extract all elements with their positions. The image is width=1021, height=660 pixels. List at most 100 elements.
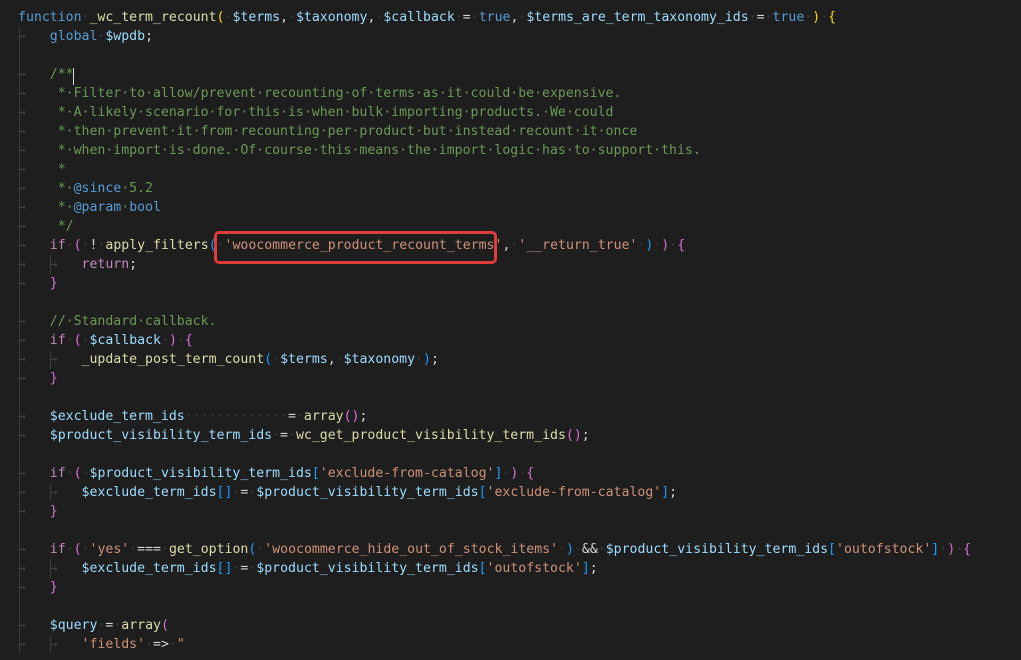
code-line-text: → /**: [18, 65, 74, 84]
code-line[interactable]: → $product_visibility_term_ids·=·wc_get_…: [0, 426, 1021, 445]
code-line[interactable]: → /**: [0, 65, 1021, 84]
code-line[interactable]: → }: [0, 274, 1021, 293]
code-token: →: [18, 238, 50, 253]
code-token: $product_visibility_term_ids: [256, 485, 479, 500]
code-line[interactable]: → }: [0, 369, 1021, 388]
code-line-text: → *·@param·bool: [18, 198, 161, 217]
code-token: {: [963, 542, 972, 557]
code-line[interactable]: → $query·=·array(: [0, 616, 1021, 635]
code-line[interactable]: [0, 597, 1021, 616]
code-line[interactable]: → → $exclude_term_ids[]·=·$product_visib…: [0, 559, 1021, 578]
code-token: {: [677, 238, 686, 253]
code-line[interactable]: → *·Filter·to·allow/prevent·recounting·o…: [0, 84, 1021, 103]
code-line-text: → *·A·likely·scenario·for·this·is·when·b…: [18, 103, 613, 122]
code-line[interactable]: → //·Standard·callback.: [0, 312, 1021, 331]
code-line[interactable]: [0, 521, 1021, 540]
code-token: ;: [581, 428, 590, 443]
code-token: (): [565, 428, 582, 443]
code-line[interactable]: → *·when·import·is·done.·Of·course·this·…: [0, 141, 1021, 160]
code-token: →: [18, 371, 50, 386]
code-line[interactable]: → → $exclude_term_ids[]·=·$product_visib…: [0, 483, 1021, 502]
code-line[interactable]: [0, 293, 1021, 312]
code-line[interactable]: → *·A·likely·scenario·for·this·is·when·b…: [0, 103, 1021, 122]
code-token: ===: [137, 542, 161, 557]
code-token: 'woocommerce_hide_out_of_stock_items': [264, 542, 559, 557]
code-token: →: [18, 504, 50, 519]
code-token: /**: [49, 67, 74, 82]
code-token: *: [57, 162, 66, 177]
code-line[interactable]: → }: [0, 502, 1021, 521]
code-line-text: → *: [18, 160, 66, 179]
code-line[interactable]: → if·(·'yes'·===·get_option(·'woocommerc…: [0, 540, 1021, 559]
code-token: function: [18, 10, 82, 25]
code-line[interactable]: → */: [0, 217, 1021, 236]
code-line-text: → */: [18, 217, 74, 236]
code-token: →: [18, 143, 58, 158]
code-line[interactable]: → *·@param·bool: [0, 198, 1021, 217]
code-token: $exclude_term_ids: [49, 409, 185, 424]
code-token: ·: [669, 238, 678, 253]
code-line[interactable]: → if·(·!·apply_filters(·'woocommerce_pro…: [0, 236, 1021, 255]
code-token: $terms: [232, 10, 281, 25]
code-line[interactable]: → *·then·prevent·it·from·recounting·per·…: [0, 122, 1021, 141]
code-token: if: [49, 333, 66, 348]
code-line[interactable]: → $exclude_term_ids·············=·array(…: [0, 407, 1021, 426]
code-token: ·: [288, 10, 296, 25]
code-token: if: [49, 466, 66, 481]
code-token: $wpdb: [105, 29, 146, 44]
code-token: →: [18, 618, 50, 633]
code-line[interactable]: [0, 388, 1021, 407]
code-line-text: → → $exclude_term_ids[]·=·$product_visib…: [18, 483, 677, 502]
code-line-text: function·_wc_term_recount(·$terms,·$taxo…: [18, 8, 836, 27]
code-token: $product_visibility_term_ids: [256, 561, 479, 576]
code-line-text: → //·Standard·callback.: [18, 312, 217, 331]
code-token: [: [311, 466, 320, 481]
code-line[interactable]: → → return;: [0, 255, 1021, 274]
code-token: →: [18, 219, 58, 234]
code-token: ;: [359, 409, 368, 424]
code-token: bool: [129, 200, 161, 215]
code-token: (: [73, 466, 82, 481]
code-line-text: [18, 445, 50, 464]
code-line[interactable]: function·_wc_term_recount(·$terms,·$taxo…: [0, 8, 1021, 27]
code-token: ·: [81, 466, 90, 481]
code-token: [: [478, 485, 487, 500]
code-token: '__return_true': [518, 238, 638, 253]
mouse-cursor: [73, 68, 74, 85]
code-line[interactable]: → → _update_post_term_count(·$terms,·$ta…: [0, 350, 1021, 369]
code-token: ): [565, 542, 574, 557]
code-token: 'outofstock': [836, 542, 932, 557]
code-editor[interactable]: */ function·_wc_term_recount(·$terms,·$t…: [0, 0, 1021, 660]
code-token: ]: [661, 485, 670, 500]
code-token: ·: [65, 333, 74, 348]
code-line[interactable]: → global·$wpdb;: [0, 27, 1021, 46]
code-token: [: [828, 542, 836, 557]
code-token: ·: [81, 542, 90, 557]
code-token: ·: [470, 10, 479, 25]
code-token: →: [18, 29, 50, 44]
code-token: _wc_term_recount: [89, 10, 217, 25]
code-token: }: [49, 504, 58, 519]
code-token: →: [18, 333, 50, 348]
code-line-text: → *·when·import·is·done.·Of·course·this·…: [18, 141, 701, 160]
code-line[interactable]: → *·@since·5.2: [0, 179, 1021, 198]
code-token: ·: [161, 542, 169, 557]
code-line-text: → if·(·'yes'·===·get_option(·'woocommerc…: [18, 540, 971, 559]
code-token: ·: [748, 10, 757, 25]
code-token: ]: [581, 561, 590, 576]
code-line[interactable]: → if·(·$callback·)·{: [0, 331, 1021, 350]
code-line[interactable]: [0, 445, 1021, 464]
code-line[interactable]: → if·(·$product_visibility_term_ids['exc…: [0, 464, 1021, 483]
code-line[interactable]: → → 'fields'·=>·": [0, 635, 1021, 654]
code-token: ): [812, 10, 821, 25]
code-token: ·: [272, 352, 281, 367]
code-line[interactable]: → *: [0, 160, 1021, 179]
code-token: ·: [272, 428, 281, 443]
code-line-text: → if·(·$product_visibility_term_ids['exc…: [18, 464, 534, 483]
code-line[interactable]: → }: [0, 578, 1021, 597]
code-token: =: [280, 428, 288, 443]
code-line[interactable]: [0, 46, 1021, 65]
